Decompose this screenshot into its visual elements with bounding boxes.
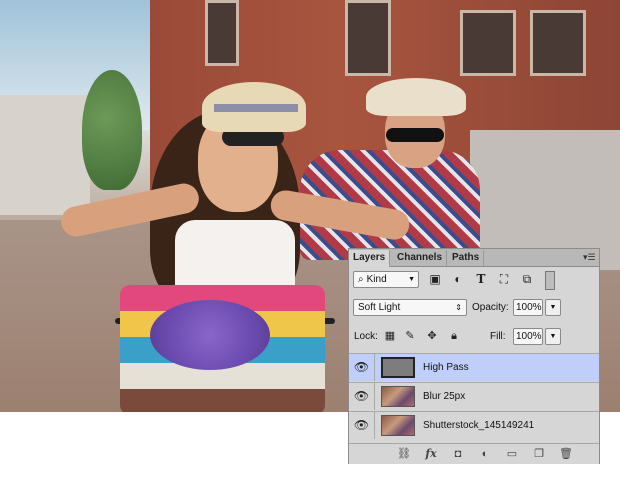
layer-row-high-pass[interactable]: 👁︎ High Pass <box>349 353 599 381</box>
photo-tree <box>82 70 142 190</box>
photo-hat-band <box>214 104 298 112</box>
layers-panel: Layers Channels Paths ▾☰ ⌕ Kind ▼ ▣ ◐ T ⛶… <box>348 248 600 464</box>
fill-label: Fill: <box>490 331 506 342</box>
tab-layers[interactable]: Layers <box>349 250 391 267</box>
smart-object-filter-icon[interactable]: ⧉ <box>519 271 535 288</box>
shape-filter-icon[interactable]: ⛶ <box>496 271 512 288</box>
layer-thumbnail <box>381 415 415 436</box>
eye-icon[interactable]: 👁︎ <box>349 412 375 439</box>
filter-kind-label: Kind <box>366 274 387 285</box>
opacity-field[interactable]: 100% <box>513 299 543 316</box>
lock-transparent-icon[interactable]: ▦ <box>382 328 398 345</box>
trash-icon[interactable]: 🗑︎ <box>557 446 575 462</box>
layer-row-blur[interactable]: 👁︎ Blur 25px <box>349 382 599 410</box>
blend-mode-select[interactable]: Soft Light ⇕ <box>353 299 467 316</box>
adjustment-filter-icon[interactable]: ◐ <box>450 271 466 288</box>
layer-row-shutterstock[interactable]: 👁︎ Shutterstock_145149241 <box>349 411 599 439</box>
panel-menu-icon[interactable]: ▾☰ <box>583 252 596 262</box>
lock-position-icon[interactable]: ✥ <box>424 328 440 345</box>
photo-window <box>345 0 391 76</box>
opacity-dropdown-icon[interactable]: ▼ <box>545 299 561 316</box>
blend-row: Soft Light ⇕ Opacity: 100% ▼ <box>349 296 599 319</box>
adjustment-layer-icon[interactable]: ◐ <box>476 446 494 462</box>
tab-paths[interactable]: Paths <box>448 250 485 266</box>
add-mask-icon[interactable]: ◘ <box>449 446 467 462</box>
opacity-label: Opacity: <box>472 302 509 313</box>
type-filter-icon[interactable]: T <box>473 271 489 288</box>
link-layers-icon[interactable]: ⛓ <box>395 446 413 462</box>
blend-mode-value: Soft Light <box>358 302 401 313</box>
photo-building-left <box>0 95 90 215</box>
updown-arrows-icon: ⇕ <box>455 303 462 312</box>
chevron-down-icon: ▼ <box>408 276 415 283</box>
filter-toggle-switch[interactable] <box>545 271 555 290</box>
layer-thumbnail <box>381 386 415 407</box>
fill-field[interactable]: 100% <box>513 328 543 345</box>
lock-all-icon[interactable]: 🔒︎ <box>446 328 462 345</box>
panel-tab-bar: Layers Channels Paths ▾☰ <box>349 249 599 267</box>
photo-man-hat <box>366 78 466 116</box>
photo-man-sunglasses <box>386 128 444 142</box>
new-layer-icon[interactable]: ❐ <box>530 446 548 462</box>
photo-window <box>460 10 516 76</box>
layer-thumbnail <box>381 357 415 378</box>
fill-dropdown-icon[interactable]: ▼ <box>545 328 561 345</box>
fx-icon[interactable]: fx <box>422 446 440 462</box>
eye-icon[interactable]: 👁︎ <box>349 354 375 381</box>
lock-image-icon[interactable]: ✎ <box>402 328 418 345</box>
layer-name: Shutterstock_145149241 <box>423 420 535 431</box>
photo-lavender-flowers <box>150 300 270 370</box>
panel-footer: ⛓ fx ◘ ◐ ▭ ❐ 🗑︎ <box>349 443 599 464</box>
filter-kind-select[interactable]: ⌕ Kind ▼ <box>353 271 419 288</box>
pixel-filter-icon[interactable]: ▣ <box>427 271 443 288</box>
filter-row: ⌕ Kind ▼ ▣ ◐ T ⛶ ⧉ <box>349 267 599 294</box>
search-icon: ⌕ <box>358 274 364 285</box>
eye-icon[interactable]: 👁︎ <box>349 383 375 410</box>
photo-window <box>205 0 239 66</box>
layer-name: Blur 25px <box>423 391 466 402</box>
new-group-icon[interactable]: ▭ <box>503 446 521 462</box>
tab-channels[interactable]: Channels <box>393 250 448 266</box>
photo-window <box>530 10 586 76</box>
lock-row: Lock: ▦ ✎ ✥ 🔒︎ Fill: 100% ▼ <box>349 325 599 349</box>
layer-name: High Pass <box>423 362 469 373</box>
lock-label: Lock: <box>354 331 378 342</box>
